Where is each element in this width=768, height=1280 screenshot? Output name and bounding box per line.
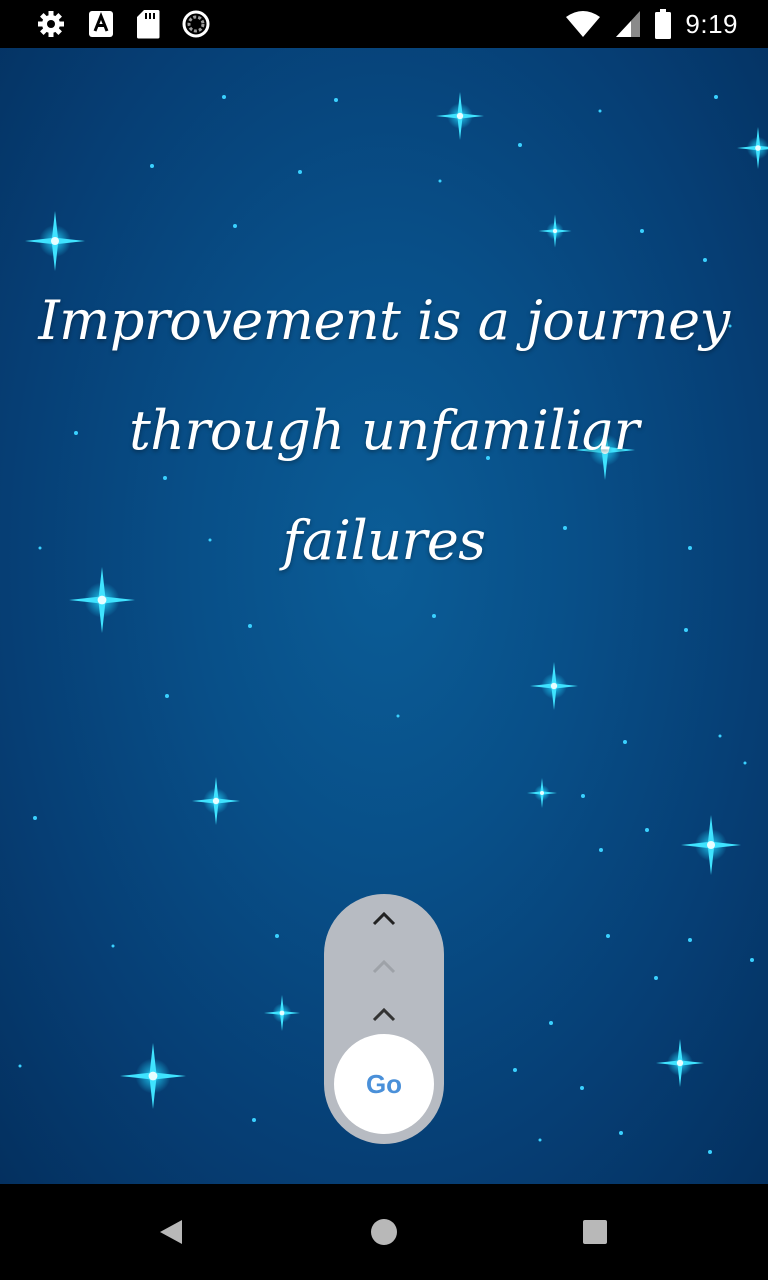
screen: 9:19 Improvement is a journey through un… <box>0 0 768 1280</box>
recents-square-icon[interactable] <box>575 1212 615 1252</box>
sd-card-icon <box>137 10 160 39</box>
battery-icon <box>655 9 672 39</box>
status-bar: 9:19 <box>0 0 768 48</box>
chevron-up-icon <box>372 960 396 974</box>
quote-text: Improvement is a journey through unfamil… <box>38 289 730 572</box>
wifi-icon <box>566 11 601 37</box>
cellular-signal-icon <box>616 11 641 37</box>
sync-circle-icon <box>182 10 210 38</box>
back-triangle-icon[interactable] <box>152 1212 192 1252</box>
clock: 9:19 <box>685 8 738 39</box>
chevron-up-icon <box>372 912 396 926</box>
text-a-notification-icon <box>89 11 113 37</box>
home-circle-icon[interactable] <box>364 1212 404 1252</box>
chevron-up-icon <box>372 1008 396 1022</box>
quote-screen: Improvement is a journey through unfamil… <box>0 48 768 1184</box>
status-bar-right: 9:19 <box>551 9 738 40</box>
swipe-up-control[interactable]: Go <box>324 894 444 1144</box>
navigation-bar <box>0 1184 768 1280</box>
settings-gear-icon <box>38 11 64 37</box>
go-button[interactable]: Go <box>334 1034 434 1134</box>
status-bar-left <box>36 9 232 39</box>
